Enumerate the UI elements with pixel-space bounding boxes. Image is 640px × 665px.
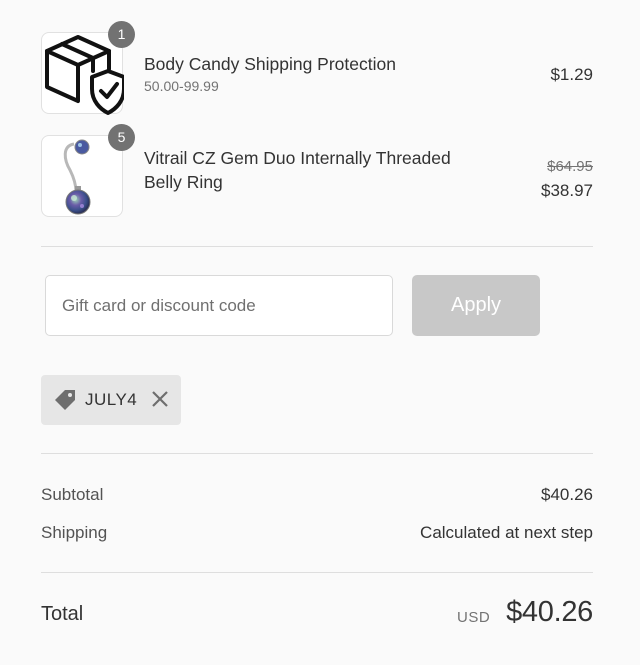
shipping-label: Shipping — [41, 523, 108, 542]
divider — [41, 453, 593, 454]
quantity-badge: 5 — [108, 124, 135, 151]
quantity-badge: 1 — [108, 21, 135, 48]
product-variant: 50.00-99.99 — [144, 78, 219, 94]
product-thumbnail: 5 — [41, 124, 135, 217]
line-item: 5 Vitrail CZ Gem Duo Internally Threaded… — [41, 124, 593, 219]
apply-button[interactable]: Apply — [412, 275, 540, 336]
product-thumbnail: 1 — [41, 21, 135, 115]
divider — [41, 246, 593, 247]
discount-code-input[interactable] — [45, 275, 393, 336]
product-name: Vitrail CZ Gem Duo Internally Threaded B… — [144, 148, 451, 192]
discount-code: JULY4 — [85, 390, 138, 409]
divider — [41, 572, 593, 573]
tag-icon — [55, 390, 75, 410]
shipping-protection-icon — [45, 35, 124, 115]
applied-discount-tag: JULY4 — [41, 375, 181, 425]
total-value: $40.26 — [506, 596, 593, 628]
subtotal-value: $40.26 — [541, 485, 593, 504]
shipping-value: Calculated at next step — [420, 523, 593, 542]
total-label: Total — [41, 603, 84, 625]
subtotal-label: Subtotal — [41, 485, 104, 504]
product-name: Body Candy Shipping Protection — [144, 54, 396, 74]
order-summary: 1 Body Candy Shipping Protection 50.00-9… — [0, 0, 640, 665]
close-icon[interactable] — [150, 389, 170, 409]
belly-ring-image — [63, 139, 91, 215]
product-price: $1.29 — [550, 65, 593, 84]
original-price: $64.95 — [547, 158, 593, 175]
currency-code: USD — [457, 609, 491, 626]
line-item: 1 Body Candy Shipping Protection 50.00-9… — [41, 21, 593, 116]
product-price: $38.97 — [541, 181, 593, 200]
